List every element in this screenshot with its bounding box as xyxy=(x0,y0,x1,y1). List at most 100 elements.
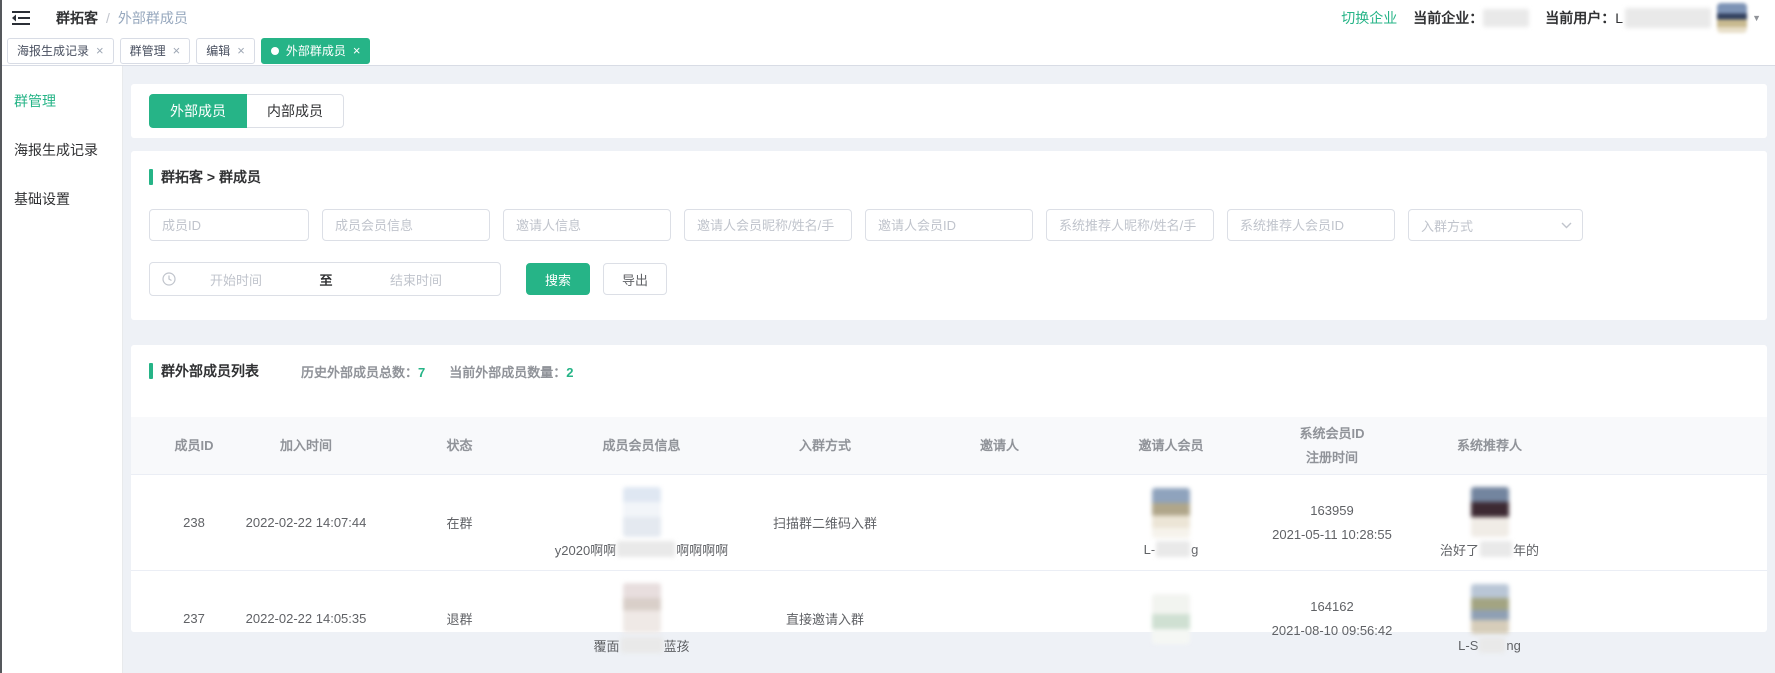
referrer-name-input[interactable] xyxy=(1046,209,1214,241)
page-tab-poster-records[interactable]: 海报生成记录 × xyxy=(7,38,114,64)
current-count-value: 2 xyxy=(566,365,573,380)
close-icon[interactable]: × xyxy=(173,44,181,57)
history-total-label: 历史外部成员总数： xyxy=(301,365,418,380)
col-inviter-member: 邀请人会员 xyxy=(1086,436,1256,456)
close-icon[interactable]: × xyxy=(237,44,245,57)
close-icon[interactable]: × xyxy=(353,44,361,57)
end-time-placeholder: 结束时间 xyxy=(356,270,476,289)
date-separator: 至 xyxy=(296,270,356,289)
export-button[interactable]: 导出 xyxy=(603,263,667,295)
cell-status: 退群 xyxy=(373,609,546,628)
member-name-pre: 覆面 xyxy=(593,636,619,655)
cell-system-id: 163959 2021-05-11 10:28:55 xyxy=(1256,499,1408,547)
chevron-down-icon[interactable]: ▼ xyxy=(1752,13,1761,23)
switch-company-link[interactable]: 切换企业 xyxy=(1341,8,1397,28)
current-company: 当前企业： xyxy=(1413,8,1529,28)
main-content: 外部成员 内部成员 群拓客 > 群成员 xyxy=(123,66,1775,673)
list-stats: 历史外部成员总数：7 当前外部成员数量：2 xyxy=(301,362,574,381)
tab-label: 海报生成记录 xyxy=(17,42,89,59)
col-system-id: 系统会员ID 注册时间 xyxy=(1256,422,1408,470)
collapse-menu-icon[interactable] xyxy=(12,9,34,27)
col-join-time: 加入时间 xyxy=(239,436,373,456)
redacted-name-part xyxy=(621,637,663,653)
member-avatar xyxy=(623,583,661,633)
breadcrumb-separator: / xyxy=(106,10,110,26)
member-info-input[interactable] xyxy=(322,209,490,241)
table-row: 237 2022-02-22 14:05:35 退群 覆面 蓝孩 直接邀请入群 xyxy=(131,570,1767,666)
title-accent-bar xyxy=(149,363,153,379)
redacted-user-name xyxy=(1625,8,1711,28)
cell-join-time: 2022-02-22 14:05:35 xyxy=(239,611,373,626)
cell-status: 在群 xyxy=(373,513,546,532)
inviter-info-input[interactable] xyxy=(503,209,671,241)
search-button[interactable]: 搜索 xyxy=(526,263,590,295)
member-type-card: 外部成员 内部成员 xyxy=(131,84,1767,138)
active-dot-icon xyxy=(271,47,279,55)
page-tab-edit[interactable]: 编辑 × xyxy=(196,38,255,64)
breadcrumb: 群拓客 / 外部群成员 xyxy=(56,8,188,28)
inviter-member-avatar xyxy=(1152,594,1190,644)
cell-member-info: y2020啊啊啊啊啊啊 xyxy=(546,487,737,559)
redacted-name-part xyxy=(1156,541,1190,557)
cell-system-referrer: L-S ng xyxy=(1408,584,1571,653)
current-user[interactable]: 当前用户： L ▼ xyxy=(1545,3,1761,33)
col-member-info: 成员会员信息 xyxy=(546,436,737,456)
cell-join-method: 扫描群二维码入群 xyxy=(737,513,913,532)
filter-card-title: 群拓客 > 群成员 xyxy=(149,167,1749,187)
breadcrumb-root[interactable]: 群拓客 xyxy=(56,8,98,28)
redacted-name-part xyxy=(1479,637,1505,653)
cell-system-referrer: 治好了年的 xyxy=(1408,487,1571,559)
current-company-label: 当前企业： xyxy=(1413,8,1483,28)
cell-member-info: 覆面 蓝孩 xyxy=(546,583,737,655)
members-table: 成员ID 加入时间 状态 成员会员信息 入群方式 邀请人 邀请人会员 系统会员I… xyxy=(149,417,1749,666)
referrer-member-id-input[interactable] xyxy=(1227,209,1395,241)
cell-system-id: 164162 2021-08-10 09:56:42 xyxy=(1256,595,1408,643)
tab-external-members[interactable]: 外部成员 xyxy=(149,94,247,128)
history-total-value: 7 xyxy=(418,365,425,380)
cell-inviter-member xyxy=(1086,594,1256,644)
sidebar-item-basic-settings[interactable]: 基础设置 xyxy=(2,174,122,223)
filter-title-text: 群拓客 > 群成员 xyxy=(161,167,261,187)
filter-card: 群拓客 > 群成员 入群方式 xyxy=(131,151,1767,320)
filter-actions-row: 开始时间 至 结束时间 搜索 导出 xyxy=(149,262,1749,296)
list-title-text: 群外部成员列表 xyxy=(161,361,259,381)
sidebar: 群管理 海报生成记录 基础设置 xyxy=(2,66,123,673)
referrer-pre: 治好了 xyxy=(1440,540,1479,559)
top-header: 群拓客 / 外部群成员 切换企业 当前企业： 当前用户： L ▼ xyxy=(2,0,1775,36)
cell-inviter-member: L-g xyxy=(1086,488,1256,557)
redacted-name-part xyxy=(1480,541,1512,557)
member-name-post: 蓝孩 xyxy=(664,636,690,655)
current-user-label: 当前用户： xyxy=(1545,8,1615,28)
close-icon[interactable]: × xyxy=(96,44,104,57)
cell-join-method: 直接邀请入群 xyxy=(737,609,913,628)
page-tab-group-manage[interactable]: 群管理 × xyxy=(120,38,191,64)
table-row: 238 2022-02-22 14:07:44 在群 y2020啊啊啊啊啊啊 扫… xyxy=(131,474,1767,570)
inviter-member-id-input[interactable] xyxy=(865,209,1033,241)
tab-label: 群管理 xyxy=(130,42,166,59)
member-name-post: 啊啊啊啊 xyxy=(676,540,728,559)
inviter-member-pre: L- xyxy=(1144,542,1156,557)
sidebar-item-poster-records[interactable]: 海报生成记录 xyxy=(2,125,122,174)
user-avatar[interactable] xyxy=(1717,3,1747,33)
system-member-id: 164162 xyxy=(1256,595,1408,619)
clock-icon xyxy=(162,272,176,286)
cell-member-id: 237 xyxy=(149,611,239,626)
inviter-member-avatar xyxy=(1152,488,1190,538)
date-range-picker[interactable]: 开始时间 至 结束时间 xyxy=(149,262,501,296)
member-type-tabs: 外部成员 内部成员 xyxy=(149,94,344,128)
sidebar-item-group-manage[interactable]: 群管理 xyxy=(2,76,122,125)
tab-internal-members[interactable]: 内部成员 xyxy=(247,94,344,128)
register-time: 2021-05-11 10:28:55 xyxy=(1256,523,1408,547)
referrer-post: ng xyxy=(1506,638,1520,653)
col-inviter: 邀请人 xyxy=(913,436,1086,456)
inviter-member-name-input[interactable] xyxy=(684,209,852,241)
chevron-down-icon xyxy=(1561,222,1572,229)
col-member-id: 成员ID xyxy=(149,436,239,456)
referrer-pre: L-S xyxy=(1458,638,1478,653)
page-tab-external-members[interactable]: 外部群成员 × xyxy=(261,38,371,64)
register-time: 2021-08-10 09:56:42 xyxy=(1256,619,1408,643)
join-method-select[interactable]: 入群方式 xyxy=(1408,209,1583,241)
header-right: 切换企业 当前企业： 当前用户： L ▼ xyxy=(1341,3,1761,33)
referrer-avatar xyxy=(1471,487,1509,537)
member-id-input[interactable] xyxy=(149,209,309,241)
